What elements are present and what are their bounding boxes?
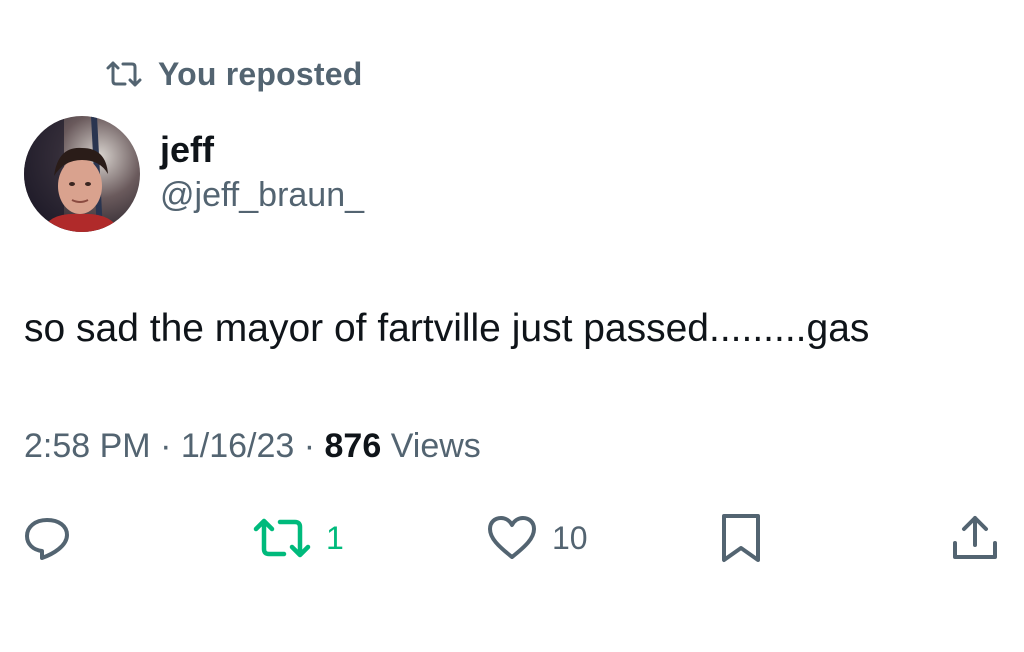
like-button[interactable]: 10 xyxy=(486,512,588,564)
views-count[interactable]: 876 xyxy=(325,427,382,465)
share-icon xyxy=(950,513,1000,563)
repost-icon xyxy=(104,60,144,88)
tweet-date[interactable]: 1/16/23 xyxy=(181,427,294,465)
heart-icon xyxy=(486,514,538,562)
bookmark-icon xyxy=(718,512,764,564)
meta-separator: · xyxy=(294,427,325,465)
repost-label: You reposted xyxy=(158,55,363,92)
tweet-time[interactable]: 2:58 PM xyxy=(24,427,151,465)
repost-icon xyxy=(252,516,312,560)
tweet-text: so sad the mayor of fartville just passe… xyxy=(24,307,870,350)
repost-count: 1 xyxy=(326,519,344,556)
views-label[interactable]: Views xyxy=(381,427,481,465)
avatar[interactable] xyxy=(24,116,140,232)
repost-header[interactable]: You reposted xyxy=(104,52,363,96)
reply-icon xyxy=(22,513,72,563)
display-name[interactable]: jeff xyxy=(160,128,364,172)
like-count: 10 xyxy=(552,519,588,556)
tweet-meta: 2:58 PM · 1/16/23 · 876 Views xyxy=(24,424,481,468)
meta-separator: · xyxy=(150,427,181,465)
author-block[interactable]: jeff @jeff_braun_ xyxy=(160,128,364,216)
reply-button[interactable] xyxy=(22,512,86,564)
share-button[interactable] xyxy=(950,512,1000,564)
handle[interactable]: @jeff_braun_ xyxy=(160,174,364,216)
bookmark-button[interactable] xyxy=(718,512,764,564)
repost-button[interactable]: 1 xyxy=(252,512,344,564)
